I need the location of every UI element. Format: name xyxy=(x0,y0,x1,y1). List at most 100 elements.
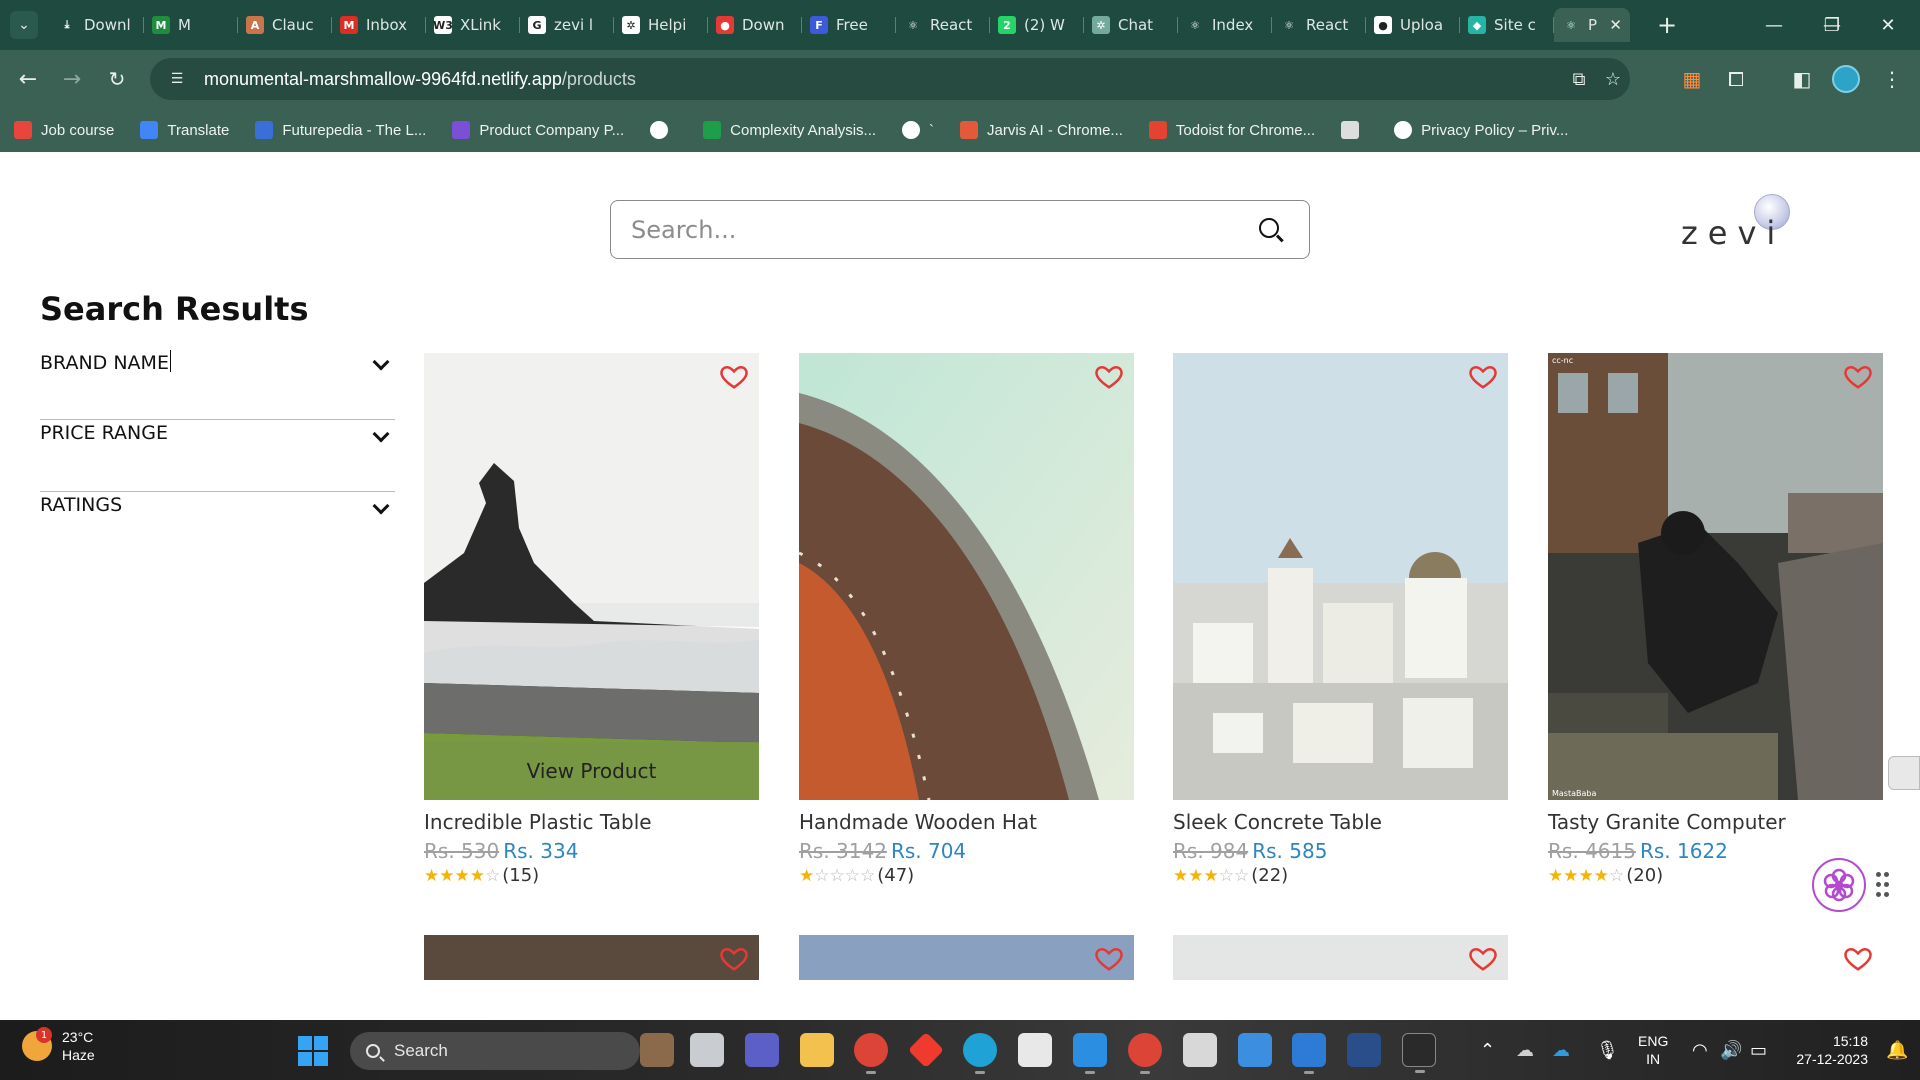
bookmark-item[interactable] xyxy=(650,121,677,139)
browser-tab-active[interactable]: ⚛ P ✕ xyxy=(1554,8,1630,42)
product-image[interactable]: View Product xyxy=(424,353,759,800)
close-window-button[interactable]: ✕ xyxy=(1868,10,1908,40)
zevi-logo[interactable]: zevi xyxy=(1678,192,1798,262)
volume-icon[interactable]: 🔊 xyxy=(1720,1040,1742,1061)
browser-tab[interactable]: 2 (2) W xyxy=(990,8,1084,42)
store-icon[interactable] xyxy=(1018,1033,1052,1067)
browser-tab[interactable]: MM xyxy=(144,8,238,42)
product-card-partial[interactable] xyxy=(1173,935,1508,980)
maximize-button[interactable]: ❐ xyxy=(1812,10,1852,40)
snipping-tool-icon[interactable] xyxy=(1183,1033,1217,1067)
microphone-icon[interactable]: 🎙 xyxy=(1596,1040,1619,1061)
browser-tab[interactable]: ◆ Site c xyxy=(1460,8,1554,42)
bookmark-item[interactable]: Todoist for Chrome... xyxy=(1148,121,1315,139)
filter-brand-name[interactable]: BRAND NAME xyxy=(40,348,395,420)
chrome-icon[interactable] xyxy=(854,1033,888,1074)
taskbar-app-icon[interactable] xyxy=(640,1033,674,1067)
product-name[interactable]: Handmade Wooden Hat xyxy=(799,810,1134,834)
reload-icon[interactable]: ↻ xyxy=(101,63,133,95)
browser-tab[interactable]: A Clauc xyxy=(238,8,332,42)
product-card[interactable]: Sleek Concrete Table Rs. 984 Rs. 585 ★★★☆… xyxy=(1173,353,1508,886)
profile-avatar[interactable] xyxy=(1832,65,1860,93)
terminal-icon[interactable] xyxy=(1402,1033,1436,1073)
language-indicator[interactable]: ENG IN xyxy=(1638,1032,1668,1068)
browser-tab[interactable]: Gzevi l xyxy=(520,8,614,42)
anydesk-icon[interactable] xyxy=(907,1031,945,1069)
product-name[interactable]: Tasty Granite Computer xyxy=(1548,810,1883,834)
product-name[interactable]: Sleek Concrete Table xyxy=(1173,810,1508,834)
search-input[interactable] xyxy=(611,201,1251,258)
weather-widget[interactable]: 1 23°C Haze xyxy=(22,1027,95,1064)
notepad-icon[interactable] xyxy=(1292,1033,1326,1074)
battery-icon[interactable]: ▭ xyxy=(1750,1040,1767,1061)
close-tab-icon[interactable]: ✕ xyxy=(1609,16,1622,34)
url-text[interactable]: monumental-marshmallow-9964fd.netlify.ap… xyxy=(204,69,636,90)
search-icon[interactable] xyxy=(1251,210,1291,250)
bookmark-item[interactable]: ` xyxy=(902,121,934,139)
view-product-button[interactable]: View Product xyxy=(424,742,759,800)
task-view-icon[interactable] xyxy=(690,1033,724,1067)
heart-icon[interactable] xyxy=(1094,943,1124,973)
windows-start-icon[interactable] xyxy=(298,1036,328,1066)
bookmark-item[interactable]: Translate xyxy=(140,121,229,139)
browser-tab[interactable]: ⤓ Downl xyxy=(50,8,144,42)
flower-assistant-icon[interactable] xyxy=(1812,858,1866,912)
install-app-icon[interactable]: ⧉ xyxy=(1566,66,1592,92)
filter-ratings[interactable]: RATINGS xyxy=(40,492,395,564)
heart-icon[interactable] xyxy=(1843,943,1873,973)
forward-arrow-icon[interactable]: → xyxy=(56,63,88,95)
minimize-button[interactable]: — xyxy=(1754,10,1794,40)
browser-tab[interactable]: ✲ Helpi xyxy=(614,8,708,42)
cloud-error-icon[interactable]: ☁ xyxy=(1516,1040,1534,1061)
clock[interactable]: 15:18 27-12-2023 xyxy=(1780,1032,1868,1068)
browser-tab[interactable]: W3 XLink xyxy=(426,8,520,42)
taskbar-search[interactable]: Search xyxy=(350,1032,640,1070)
site-info-icon[interactable]: ☰ xyxy=(164,66,190,92)
photos-icon[interactable] xyxy=(1238,1033,1272,1067)
bookmark-item[interactable]: Futurepedia - The L... xyxy=(255,121,426,139)
product-card[interactable]: View Product Incredible Plastic Table Rs… xyxy=(424,353,759,886)
heart-icon[interactable] xyxy=(1468,943,1498,973)
side-panel-icon[interactable]: ◧ xyxy=(1786,63,1818,95)
back-arrow-icon[interactable]: ← xyxy=(12,63,44,95)
file-explorer-icon[interactable] xyxy=(800,1033,834,1067)
bookmark-star-icon[interactable]: ☆ xyxy=(1600,66,1626,92)
bookmark-item[interactable]: Product Company P... xyxy=(452,121,624,139)
browser-tab[interactable]: ⚛ React xyxy=(896,8,990,42)
edge-icon[interactable] xyxy=(963,1033,997,1074)
product-card-partial[interactable] xyxy=(424,935,759,980)
heart-icon[interactable] xyxy=(1843,361,1873,391)
teams-icon[interactable] xyxy=(745,1033,779,1067)
browser-tab[interactable]: ⚛ Index xyxy=(1178,8,1272,42)
drag-handle-icon[interactable] xyxy=(1876,872,1890,898)
browser-tab[interactable]: ⚛ React xyxy=(1272,8,1366,42)
browser-tab[interactable]: F Free xyxy=(802,8,896,42)
extensions-puzzle-icon[interactable]: ⧠ xyxy=(1720,63,1752,95)
heart-icon[interactable] xyxy=(1468,361,1498,391)
product-card[interactable]: cc-nc MastaBaba Tasty Granite Computer R… xyxy=(1548,353,1883,886)
browser-menu-icon[interactable]: ⋮ xyxy=(1876,63,1908,95)
chevron-down-icon[interactable] xyxy=(372,353,390,371)
azure-icon[interactable] xyxy=(1347,1033,1381,1067)
browser-tab[interactable]: ● Uploa xyxy=(1366,8,1460,42)
chrome-profile-icon[interactable] xyxy=(1128,1033,1162,1074)
bookmark-item[interactable]: Privacy Policy – Priv... xyxy=(1394,121,1568,139)
product-image[interactable]: cc-nc MastaBaba xyxy=(1548,353,1883,800)
new-tab-button[interactable]: + xyxy=(1652,10,1682,40)
notification-bell-icon[interactable]: 🔔 xyxy=(1886,1040,1908,1061)
chevron-up-icon[interactable]: ⌃ xyxy=(1480,1040,1495,1061)
product-card[interactable]: Handmade Wooden Hat Rs. 3142 Rs. 704 ★☆☆☆… xyxy=(799,353,1134,886)
heart-icon[interactable] xyxy=(719,943,749,973)
product-card-partial[interactable] xyxy=(1548,935,1883,980)
browser-tab[interactable]: M Inbox xyxy=(332,8,426,42)
bookmark-item[interactable]: Job course xyxy=(14,121,114,139)
chevron-down-icon[interactable] xyxy=(372,497,390,515)
heart-icon[interactable] xyxy=(719,361,749,391)
address-bar[interactable]: ☰ monumental-marshmallow-9964fd.netlify.… xyxy=(150,58,1630,100)
chevron-down-icon[interactable] xyxy=(372,425,390,443)
filter-price-range[interactable]: PRICE RANGE xyxy=(40,420,395,492)
product-image[interactable] xyxy=(1173,353,1508,800)
browser-tab[interactable]: ✲ Chat xyxy=(1084,8,1178,42)
browser-tab[interactable]: ● Down xyxy=(708,8,802,42)
tab-search-button[interactable]: ⌄ xyxy=(10,11,38,39)
